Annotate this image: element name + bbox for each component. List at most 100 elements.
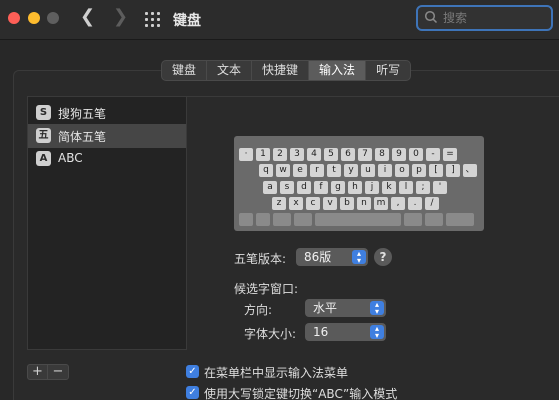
key: n — [357, 197, 371, 210]
wubi-version-value: 86版 — [304, 250, 332, 264]
forward-icon[interactable]: ❯ — [113, 6, 128, 27]
keyboard-row-space — [239, 213, 477, 226]
key: q — [259, 164, 273, 177]
window-title: 键盘 — [173, 13, 201, 29]
minimize-window-button[interactable] — [28, 12, 40, 24]
direction-popup[interactable]: 水平 ▴ ▾ — [305, 299, 386, 317]
key: v — [323, 197, 337, 210]
source-item-simplified-wubi[interactable]: 五 简体五笔 — [28, 124, 186, 148]
source-label: 简体五笔 — [58, 130, 107, 144]
key-blank — [404, 213, 422, 226]
key: t — [327, 164, 341, 177]
source-label: 搜狗五笔 — [58, 107, 107, 121]
font-size-value: 16 — [313, 325, 329, 339]
key: 0 — [409, 148, 423, 161]
show-menu-checkbox[interactable]: ✓ — [186, 365, 199, 378]
capslock-switch-checkbox[interactable]: ✓ — [186, 386, 199, 399]
key: . — [408, 197, 422, 210]
key: 3 — [290, 148, 304, 161]
key-blank — [273, 213, 291, 226]
key: x — [289, 197, 303, 210]
key-blank — [294, 213, 312, 226]
key: w — [276, 164, 290, 177]
key: u — [361, 164, 375, 177]
help-button[interactable]: ? — [374, 248, 392, 266]
key: d — [297, 181, 311, 194]
key: · — [239, 148, 253, 161]
tab-bar: 键盘 文本 快捷键 输入法 听写 — [161, 60, 412, 81]
tab-input-sources[interactable]: 输入法 — [309, 61, 367, 80]
keyboard-row-3: a s d f g h j k l; ' — [263, 181, 450, 194]
title-bar: ❮ ❯ 键盘 — [0, 0, 559, 40]
search-icon — [424, 10, 438, 24]
sogou-icon: S — [36, 105, 51, 120]
back-icon[interactable]: ❮ — [80, 6, 95, 27]
remove-source-button[interactable]: − — [48, 365, 68, 379]
direction-label: 方向: — [244, 303, 273, 317]
tab-keyboard[interactable]: 键盘 — [162, 61, 208, 80]
key: e — [293, 164, 307, 177]
show-menu-label: 在菜单栏中显示输入法菜单 — [204, 366, 349, 380]
key: z — [272, 197, 286, 210]
tab-dictation[interactable]: 听写 — [366, 61, 410, 80]
close-window-button[interactable] — [8, 12, 20, 24]
key: 8 — [375, 148, 389, 161]
key: 、 — [463, 164, 477, 177]
key: 7 — [358, 148, 372, 161]
key: o — [395, 164, 409, 177]
search-input[interactable] — [443, 10, 543, 26]
key: r — [310, 164, 324, 177]
direction-value: 水平 — [313, 301, 338, 315]
input-source-list: S 搜狗五笔 五 简体五笔 A ABC — [27, 96, 187, 350]
key-blank — [256, 213, 270, 226]
key-blank — [425, 213, 443, 226]
candidate-window-label: 候选字窗口: — [234, 282, 299, 296]
capslock-switch-label: 使用大写锁定键切换“ABC”输入模式 — [204, 387, 398, 400]
key: ] — [446, 164, 460, 177]
key: c — [306, 197, 320, 210]
key: i — [378, 164, 392, 177]
key: s — [280, 181, 294, 194]
key: - — [426, 148, 440, 161]
key: m — [374, 197, 388, 210]
font-size-popup[interactable]: 16 ▴ ▾ — [305, 323, 386, 341]
abc-icon: A — [36, 151, 51, 166]
popup-chevron-icon: ▴ ▾ — [352, 250, 366, 265]
key-blank — [446, 213, 474, 226]
key: 6 — [341, 148, 355, 161]
key: / — [425, 197, 439, 210]
zoom-window-button[interactable] — [47, 12, 59, 24]
key: 4 — [307, 148, 321, 161]
key: h — [348, 181, 362, 194]
keyboard-row-4: z x c v b n m,. / — [272, 197, 442, 210]
key: 9 — [392, 148, 406, 161]
add-source-button[interactable]: + — [28, 365, 48, 379]
key: , — [391, 197, 405, 210]
wubi-icon: 五 — [36, 128, 51, 143]
key-blank — [239, 213, 253, 226]
source-item-abc[interactable]: A ABC — [28, 147, 186, 171]
source-label: ABC — [58, 151, 83, 165]
key: 1 — [256, 148, 270, 161]
key: 2 — [273, 148, 287, 161]
key: k — [382, 181, 396, 194]
key: 5 — [324, 148, 338, 161]
tab-text[interactable]: 文本 — [207, 61, 253, 80]
key: = — [443, 148, 457, 161]
show-all-grid-icon[interactable] — [145, 12, 160, 27]
popup-chevron-icon: ▴ ▾ — [370, 325, 384, 340]
keyboard-row-2: q w e r t y u i o p[]、 — [259, 164, 480, 177]
tab-shortcuts[interactable]: 快捷键 — [252, 61, 310, 80]
add-remove-control: + − — [27, 364, 69, 380]
key: p — [412, 164, 426, 177]
wubi-version-label: 五笔版本: — [234, 252, 287, 266]
key: b — [340, 197, 354, 210]
search-field[interactable] — [416, 5, 553, 31]
key: a — [263, 181, 277, 194]
key: l — [399, 181, 413, 194]
keyboard-layout-preview: · 1 2 3 4 5 6 7 8 9 0- = q w e r t y u i o p[]、 a s d f g h j k l; ' … — [234, 136, 484, 231]
source-item-sogou-wubi[interactable]: S 搜狗五笔 — [28, 101, 186, 125]
key: g — [331, 181, 345, 194]
wubi-version-popup[interactable]: 86版 ▴ ▾ — [296, 248, 368, 266]
key-space — [315, 213, 401, 226]
